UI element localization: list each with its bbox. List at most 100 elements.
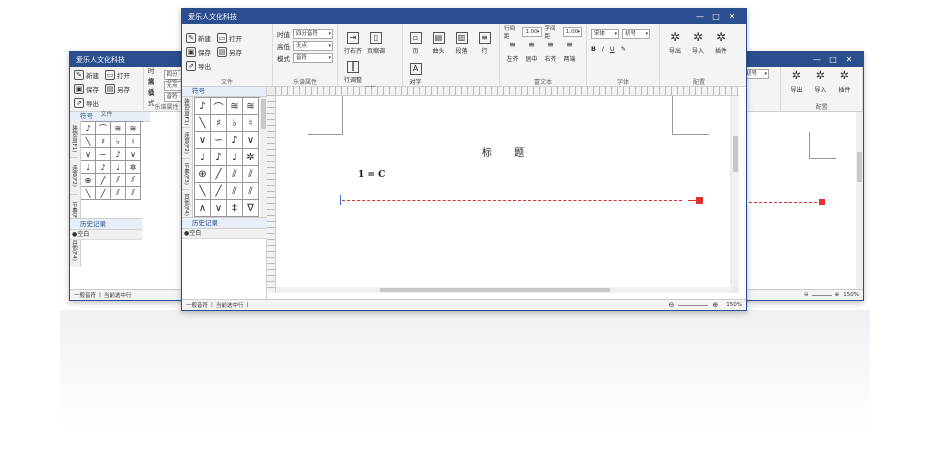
symbol-cell[interactable]: ∽ — [211, 132, 227, 149]
char-spacing-input[interactable]: 1.00 — [562, 26, 582, 37]
staff-end-marker[interactable] — [696, 197, 703, 204]
align-center-button[interactable]: ≡ 居中 — [523, 40, 540, 63]
history-item[interactable]: ●空白 — [182, 229, 267, 239]
symbol-cell[interactable]: ✲ — [126, 161, 141, 174]
config-plugin-button[interactable]: ✲ 插件 — [833, 70, 855, 94]
symbol-cell[interactable]: ⫽ — [111, 187, 126, 200]
zoom-slider[interactable] — [678, 304, 709, 306]
symbol-scroll-thumb[interactable] — [261, 99, 266, 129]
symbol-cell[interactable]: ⫽ — [126, 174, 141, 187]
symbol-cell[interactable]: ⫽ — [227, 183, 243, 200]
symbol-cell[interactable]: ╱ — [96, 174, 111, 187]
insert-header-button[interactable]: ▤ 曲头 — [430, 32, 447, 55]
symbol-cell[interactable]: ⌒ — [211, 98, 227, 115]
symbol-cell[interactable]: ♮ — [126, 135, 141, 148]
tab-rhythm[interactable]: 节奏(F3) — [182, 159, 190, 190]
font-family-select[interactable]: 宋体 — [591, 28, 619, 39]
symbol-scrollbar[interactable] — [260, 97, 267, 217]
config-plugin-button[interactable]: ✲ 插件 — [710, 31, 732, 55]
mode-select[interactable]: 音符 — [293, 52, 333, 63]
symbol-cell[interactable]: ╲ — [195, 183, 211, 200]
symbol-cell[interactable]: ⊕ — [195, 166, 211, 183]
symbol-cell[interactable]: ♪ — [211, 149, 227, 166]
tab-slur[interactable]: 连音(F2) — [182, 128, 190, 159]
justify-button[interactable]: ≡ 两端 — [561, 40, 578, 63]
symbol-cell[interactable]: ♯ — [96, 135, 111, 148]
symbol-cell[interactable]: ╱ — [96, 187, 111, 200]
symbol-cell[interactable]: ⫽ — [227, 166, 243, 183]
zoom-out-icon[interactable]: ⊖ — [669, 301, 675, 309]
bold-button[interactable]: B — [591, 45, 596, 53]
open-button-left[interactable]: ▭ 打开 — [105, 69, 130, 81]
symbol-cell[interactable]: ╲ — [81, 187, 96, 200]
symbol-cell[interactable]: ∇ — [243, 200, 259, 217]
close-button[interactable]: ✕ — [724, 12, 740, 21]
symbol-cell[interactable]: ♮ — [243, 115, 259, 132]
symbol-cell[interactable]: ♪ — [111, 148, 126, 161]
vertical-scrollbar[interactable] — [732, 96, 739, 286]
align-right-text-button[interactable]: ≡ 右齐 — [542, 40, 559, 63]
symbol-cell[interactable]: ∨ — [243, 132, 259, 149]
symbol-cell[interactable]: ⫽ — [243, 183, 259, 200]
tab-slur[interactable]: 连音(F2) — [70, 158, 78, 195]
staff-end-marker-right[interactable] — [819, 199, 825, 205]
zoom-out-icon[interactable]: ⊖ — [804, 292, 809, 298]
symbol-cell[interactable]: ‡ — [227, 200, 243, 217]
symbol-cell[interactable]: ╲ — [81, 135, 96, 148]
close-button[interactable]: ✕ — [841, 55, 857, 64]
duration-select[interactable]: 四分音符 — [293, 28, 333, 39]
score-page[interactable]: 标 题 1 = C — [276, 96, 730, 293]
symbol-cell[interactable]: ╱ — [211, 183, 227, 200]
score-title[interactable]: 标 题 — [276, 144, 730, 159]
align-left-button[interactable]: ≡ 左齐 — [504, 40, 521, 63]
symbol-cell[interactable]: ♯ — [211, 115, 227, 132]
minimize-button[interactable]: — — [809, 55, 825, 64]
export-button[interactable]: ⇗ 导出 — [186, 60, 211, 72]
symbol-cell[interactable]: ♭ — [227, 115, 243, 132]
line-spacing-input[interactable]: 1.00 — [522, 26, 542, 37]
symbol-cell[interactable]: ✲ — [243, 149, 259, 166]
page-fit-button[interactable]: ▯ 页缩调 — [365, 32, 387, 55]
symbol-cell[interactable]: ♪ — [227, 132, 243, 149]
font-size-select[interactable]: 初号 — [622, 28, 650, 39]
symbol-cell[interactable]: ≋ — [243, 98, 259, 115]
hscroll-thumb[interactable] — [380, 288, 610, 292]
symbol-cell[interactable]: ≋ — [111, 122, 126, 135]
export-button-left[interactable]: ⇗ 导出 — [74, 97, 99, 109]
save-as-button[interactable]: ▤ 另存 — [217, 46, 242, 58]
insert-lyric-button[interactable]: A 对字 — [407, 63, 424, 86]
symbol-cell[interactable]: ♪ — [96, 161, 111, 174]
symbol-cell[interactable]: ♩ — [81, 161, 96, 174]
symbol-cell[interactable]: ∨ — [211, 200, 227, 217]
symbol-cell[interactable]: ⫽ — [126, 187, 141, 200]
vertical-scrollbar-right[interactable] — [856, 112, 863, 290]
symbol-cell[interactable]: ⫽ — [243, 166, 259, 183]
symbol-cell[interactable]: ≋ — [126, 122, 141, 135]
align-right-button[interactable]: ⇥ 行右齐 — [342, 32, 364, 55]
symbol-cell[interactable]: ♭ — [111, 135, 126, 148]
tab-other[interactable]: 其他(F4) — [182, 190, 190, 219]
symbol-cell[interactable]: ♪ — [81, 122, 96, 135]
font-color-button[interactable]: ✎ — [621, 45, 626, 53]
config-import-button[interactable]: ✲ 导入 — [809, 70, 831, 94]
zoom-in-icon[interactable]: ⊕ — [835, 292, 840, 298]
symbol-cell[interactable]: ⫽ — [111, 174, 126, 187]
insert-line-button[interactable]: ≡ 行 — [476, 32, 493, 55]
save-button-left[interactable]: ▣ 保存 — [74, 83, 99, 95]
new-button[interactable]: ✎ 新建 — [186, 32, 211, 44]
minimize-button[interactable]: — — [692, 12, 708, 21]
score-key[interactable]: 1 = C — [358, 170, 385, 180]
scroll-thumb[interactable] — [733, 136, 738, 172]
symbol-cell[interactable]: ∨ — [81, 148, 96, 161]
symbol-cell[interactable]: ∧ — [195, 200, 211, 217]
pitch-select[interactable]: 无点 — [293, 40, 333, 51]
scroll-thumb[interactable] — [857, 152, 862, 182]
line-adjust-button[interactable]: ┃ 行调整 — [342, 61, 364, 84]
tab-ornament[interactable]: 装饰音(F1) — [70, 121, 78, 158]
symbol-cell[interactable]: ∽ — [96, 148, 111, 161]
underline-button[interactable]: U — [610, 45, 615, 53]
config-export-button[interactable]: ✲ 导出 — [785, 70, 807, 94]
italic-button[interactable]: I — [602, 45, 604, 53]
tab-ornament[interactable]: 装饰音(F1) — [182, 97, 190, 128]
zoom-slider[interactable] — [811, 294, 832, 296]
